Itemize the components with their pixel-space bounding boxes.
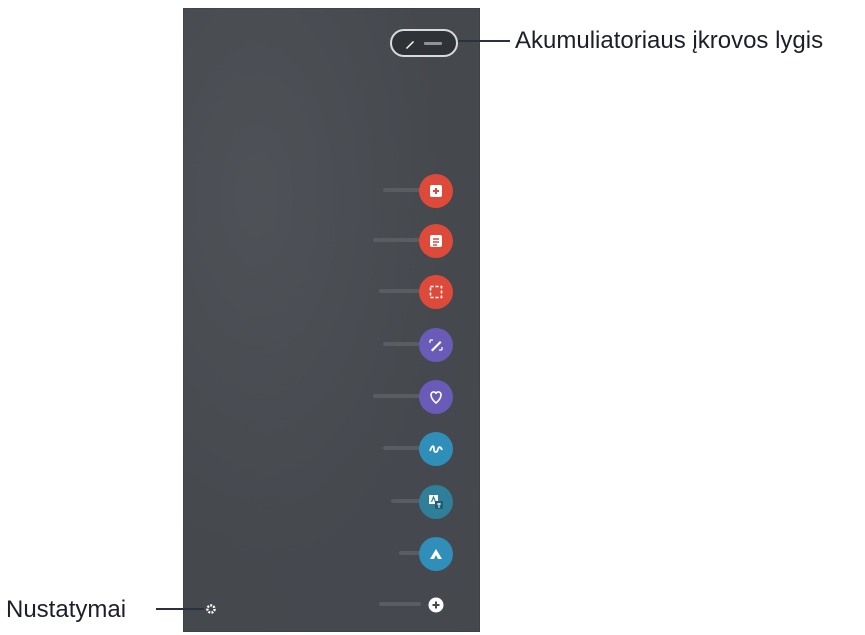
create-note-icon[interactable] (419, 174, 453, 208)
ar-doodle-icon[interactable] (419, 432, 453, 466)
settings-callout-label: Nustatymai (6, 596, 127, 623)
add-shortcut-icon[interactable] (419, 588, 453, 622)
gear-icon[interactable] (205, 602, 217, 620)
smart-select-icon[interactable] (419, 275, 453, 309)
air-command-panel (183, 8, 480, 632)
menu-item-label (383, 188, 421, 192)
screen-write-icon[interactable] (419, 328, 453, 362)
battery-level-bar (424, 42, 442, 45)
menu-item-label (391, 499, 421, 503)
menu-item-label (373, 238, 421, 242)
menu-item-create-note[interactable] (333, 174, 473, 208)
translate-icon[interactable] (419, 485, 453, 519)
battery-callout-label: Akumuliatoriaus įkrovos lygis (515, 27, 824, 54)
battery-callout-line (458, 40, 510, 42)
view-notes-icon[interactable] (419, 224, 453, 258)
menu-item-add[interactable] (333, 588, 473, 622)
menu-item-bixby-vision[interactable] (333, 537, 473, 571)
menu-item-ar-doodle[interactable] (333, 432, 473, 466)
settings-callout-line (156, 608, 204, 610)
bixby-vision-icon[interactable] (419, 537, 453, 571)
pen-battery-indicator (390, 29, 458, 57)
menu-item-smart-select[interactable] (333, 275, 473, 309)
menu-item-label (379, 289, 421, 293)
live-message-icon[interactable] (419, 380, 453, 414)
menu-item-label (379, 602, 421, 606)
menu-item-label (383, 342, 421, 346)
menu-item-screen-write[interactable] (333, 328, 473, 362)
menu-item-translate[interactable] (333, 485, 473, 519)
menu-item-live-message[interactable] (333, 380, 473, 414)
menu-item-label (383, 446, 421, 450)
menu-item-label (399, 551, 421, 555)
menu-item-view-notes[interactable] (333, 224, 473, 258)
pen-icon (406, 41, 414, 49)
menu-item-label (373, 394, 421, 398)
